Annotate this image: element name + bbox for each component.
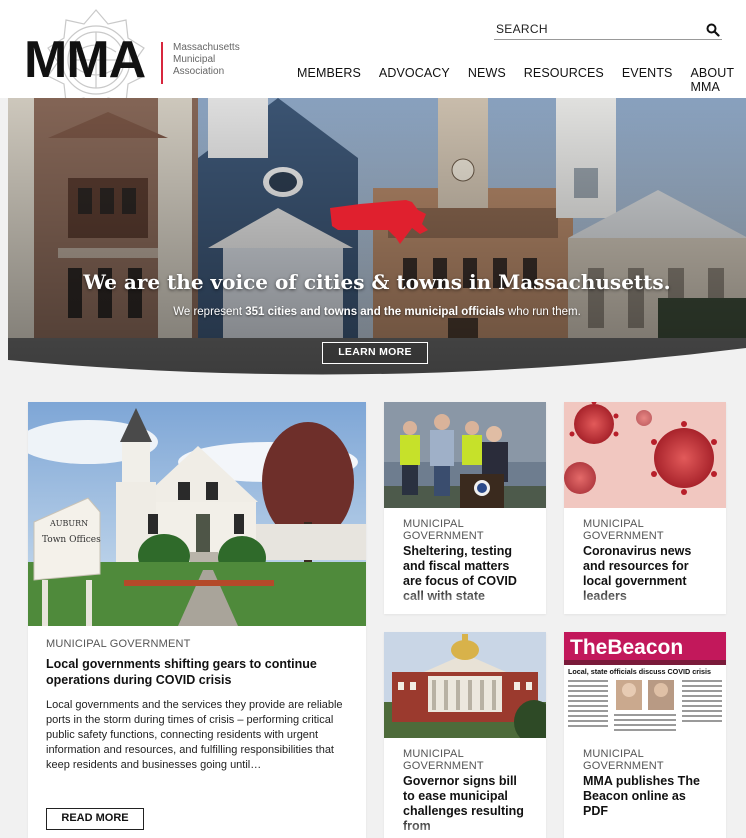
nav-events[interactable]: EVENTS (613, 66, 682, 94)
sign-text: AUBURN (49, 519, 88, 528)
nav-members[interactable]: MEMBERS (288, 66, 370, 94)
card-title[interactable]: MMA publishes The Beacon online as PDF (583, 774, 711, 819)
read-more-button[interactable]: READ MORE (46, 808, 144, 830)
coronavirus-image (564, 402, 726, 508)
logo-wordmark: MMA (24, 31, 146, 89)
news-card[interactable]: MUNICIPAL GOVERNMENT Governor signs bill… (384, 632, 546, 838)
hero-sub-bold: 351 cities and towns and the municipal o… (245, 306, 505, 318)
beacon-newsletter-image: TheBeacon Local, state officials discuss… (564, 632, 726, 738)
hero-sub-pre: We represent (173, 306, 243, 318)
town-offices-image: AUBURN Town Offices (28, 402, 366, 626)
card-category: MUNICIPAL GOVERNMENT (403, 748, 484, 772)
mma-logo[interactable]: MMA Massachusetts Municipal Association (24, 8, 254, 111)
card-title[interactable]: Local governments shifting gears to cont… (46, 656, 346, 688)
news-card[interactable]: TheBeacon Local, state officials discuss… (564, 632, 726, 838)
search-icon[interactable] (706, 23, 720, 37)
hero-sub-post: who run them. (507, 306, 581, 318)
beacon-masthead: TheBeacon (570, 636, 683, 659)
hero-subtitle: We represent 351 cities and towns and th… (8, 306, 746, 318)
state-house-image (384, 632, 546, 738)
logo-sub-line: Massachusetts (173, 42, 240, 53)
main-nav: MEMBERS ADVOCACY NEWS RESOURCES EVENTS A… (288, 66, 746, 94)
hero-title: We are the voice of cities & towns in Ma… (83, 270, 671, 294)
card-fade (564, 588, 726, 614)
news-card[interactable]: MUNICIPAL GOVERNMENT Coronavirus news an… (564, 402, 726, 614)
card-fade (384, 818, 546, 838)
feature-card[interactable]: AUBURN Town Offices MUNICIPAL GOVERNMENT… (28, 402, 366, 838)
svg-text:Town Offices: Town Offices (42, 535, 101, 545)
card-category: MUNICIPAL GOVERNMENT (403, 518, 484, 542)
nav-resources[interactable]: RESOURCES (515, 66, 613, 94)
search-input[interactable] (494, 20, 694, 38)
beacon-headline: Local, state officials discuss COVID cri… (568, 667, 711, 676)
nav-about[interactable]: ABOUT MMA (682, 66, 746, 94)
press-conference-image (384, 402, 546, 508)
site-header: MMA Massachusetts Municipal Association … (0, 0, 746, 111)
news-card[interactable]: MUNICIPAL GOVERNMENT Sheltering, testing… (384, 402, 546, 614)
card-fade (384, 588, 546, 614)
nav-advocacy[interactable]: ADVOCACY (370, 66, 459, 94)
logo-sub-line: Association (173, 66, 225, 77)
card-category: MUNICIPAL GOVERNMENT (583, 748, 664, 772)
nav-news[interactable]: NEWS (459, 66, 515, 94)
learn-more-button[interactable]: LEARN MORE (322, 342, 428, 364)
logo-divider (161, 42, 163, 84)
search-bar (494, 20, 722, 40)
hero-banner: We are the voice of cities & towns in Ma… (8, 98, 746, 386)
logo-sub-line: Municipal (173, 54, 216, 65)
logo-subtitle: Massachusetts Municipal Association (173, 42, 263, 78)
card-category: MUNICIPAL GOVERNMENT (583, 518, 664, 542)
card-category: MUNICIPAL GOVERNMENT (46, 638, 191, 650)
card-excerpt: Local governments and the services they … (46, 699, 343, 771)
